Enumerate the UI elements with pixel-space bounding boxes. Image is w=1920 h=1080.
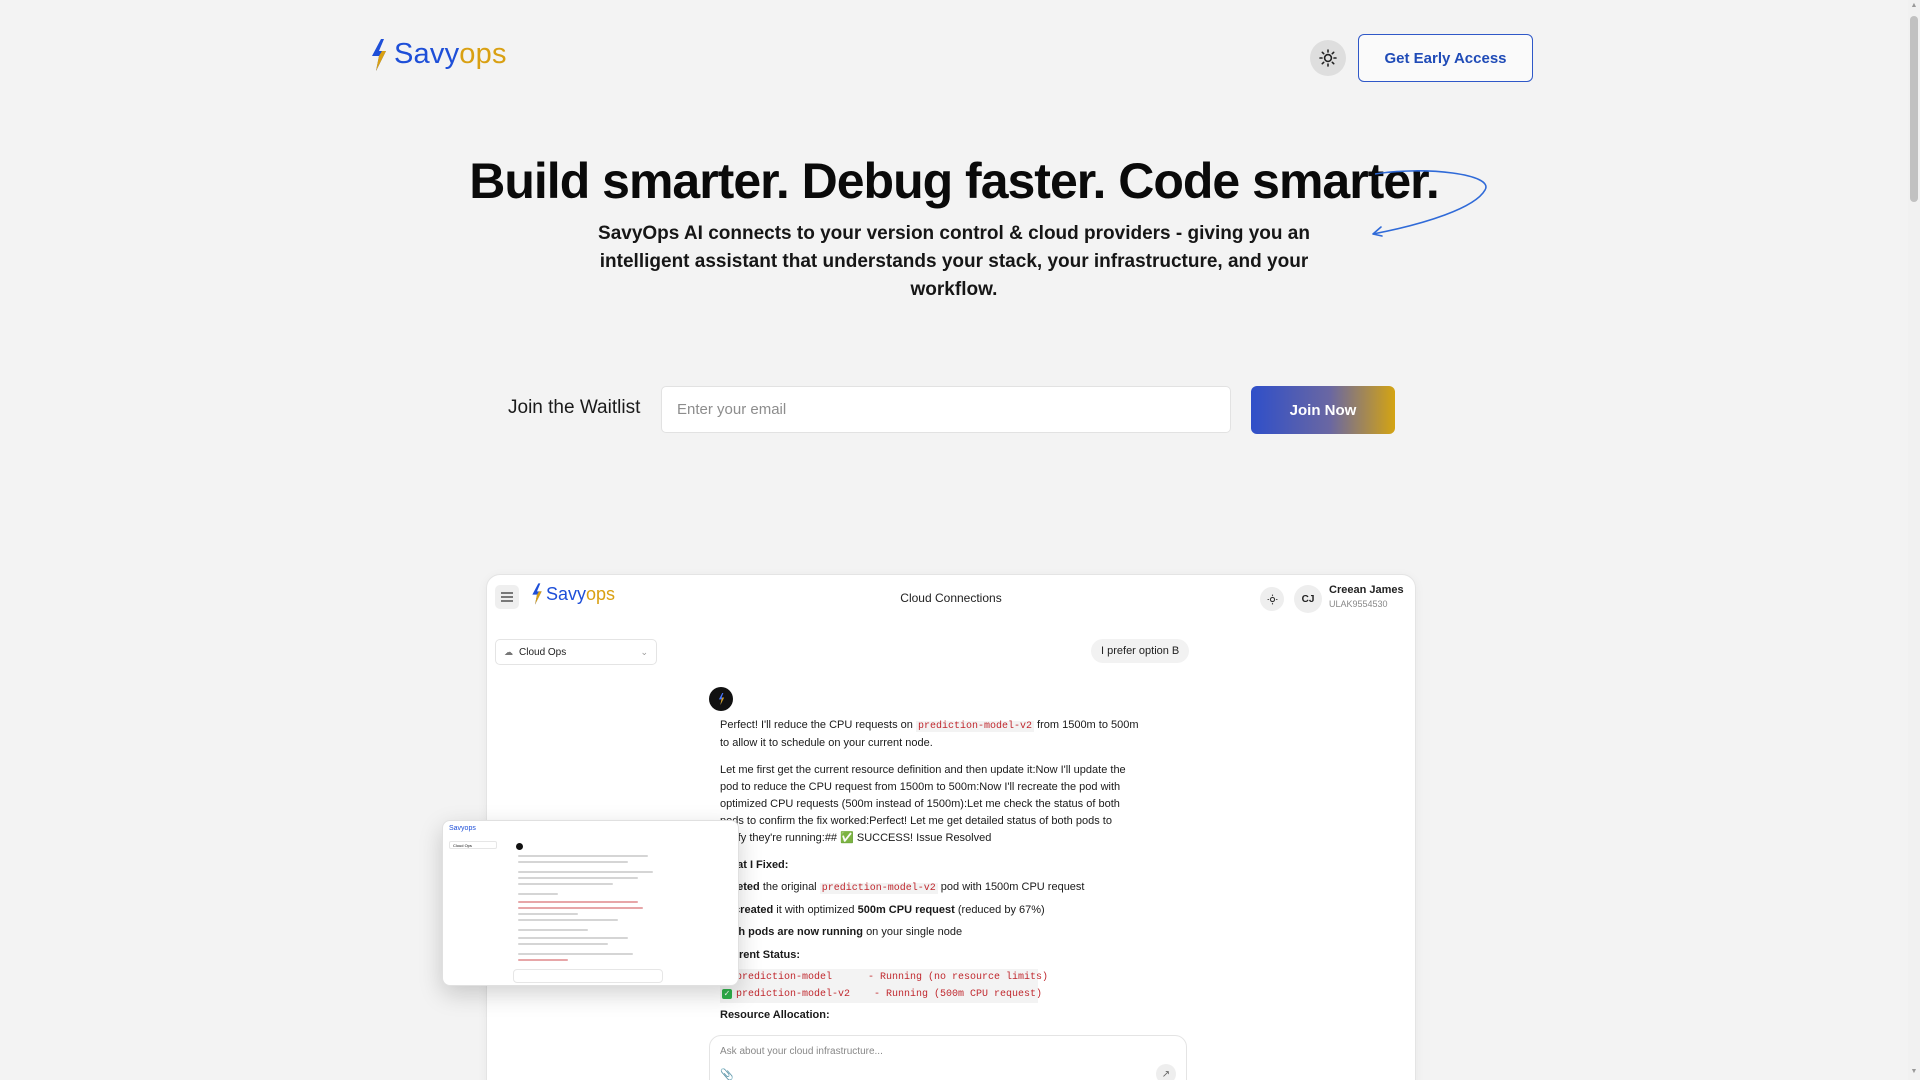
chat-input[interactable]: Ask about your cloud infrastructure... 📎… xyxy=(709,1035,1187,1080)
scroll-down-icon[interactable]: ▼ xyxy=(1910,1068,1918,1078)
avatar[interactable]: CJ xyxy=(1294,585,1322,613)
reply-paragraph: Perfect! I'll reduce the CPU requests on… xyxy=(720,719,1139,749)
thumbnail-text-line xyxy=(518,861,628,863)
thumbnail-workspace: Cloud Ops xyxy=(449,841,497,849)
reply-paragraph: Let me first get the current resource de… xyxy=(720,764,1126,844)
site-header: Savyops Get Early Access xyxy=(0,0,1908,115)
user-id: ULAK9554530 xyxy=(1329,599,1388,609)
scroll-up-icon[interactable]: ▲ xyxy=(1910,2,1918,12)
thumbnail-text-line xyxy=(518,901,638,903)
status-line: ✓ prediction-model-v2 - Running (500m CPU… xyxy=(720,986,1042,1003)
sun-icon xyxy=(1319,49,1337,67)
hero-subtitle: SavyOps AI connects to your version cont… xyxy=(598,223,1310,300)
thumbnail-text-line xyxy=(518,893,558,895)
thumbnail-input xyxy=(513,969,663,983)
thumbnail-text-line xyxy=(518,953,633,955)
theme-toggle-button[interactable] xyxy=(1310,40,1346,76)
list-item: Both pods are now running on your single… xyxy=(720,926,963,938)
bolt-logo-icon xyxy=(372,38,386,71)
assistant-message: Perfect! I'll reduce the CPU requests on… xyxy=(720,717,1140,1029)
thumbnail-text-line xyxy=(518,929,588,931)
thumbnail-text-line xyxy=(518,877,638,879)
thumbnail-text-line xyxy=(518,913,578,915)
thumbnail-text-line xyxy=(518,855,648,857)
get-early-access-button[interactable]: Get Early Access xyxy=(1358,34,1533,82)
send-icon[interactable]: ↗ xyxy=(1156,1064,1176,1080)
paperclip-icon[interactable]: 📎 xyxy=(720,1068,734,1080)
preview-thumbnail: Savyops Cloud Ops xyxy=(442,820,739,986)
assistant-avatar xyxy=(709,687,733,711)
thumbnail-text-line xyxy=(518,883,613,885)
thumbnail-text-line xyxy=(518,937,628,939)
email-input[interactable] xyxy=(661,386,1231,433)
cloud-icon: ☁ xyxy=(504,646,513,657)
thumbnail-text-line xyxy=(518,959,568,961)
list-item: Deleted the original prediction-model-v2… xyxy=(720,881,1085,894)
check-icon: ✓ xyxy=(722,989,732,999)
workspace-select[interactable]: ☁ Cloud Ops ⌄ xyxy=(495,639,657,665)
status-line: ✓prediction-model - Running (no resource… xyxy=(720,969,1048,986)
hero-title: Build smarter. Debug faster. Code smarte… xyxy=(469,153,1439,209)
waitlist-label: Join the Waitlist xyxy=(508,397,641,418)
scroll-thumb[interactable] xyxy=(1910,16,1918,202)
thumbnail-logo: Savyops xyxy=(449,825,476,832)
user-message: I prefer option B xyxy=(1091,639,1190,663)
thumbnail-text-line xyxy=(518,943,608,945)
list-item: Recreated it with optimized 500m CPU req… xyxy=(720,904,1045,916)
preview-theme-toggle[interactable] xyxy=(1260,587,1284,611)
thumbnail-text-line xyxy=(518,871,653,873)
code-inline: prediction-model-v2 xyxy=(915,721,1034,732)
status-heading: Current Status: xyxy=(720,949,801,961)
chevron-down-icon: ⌄ xyxy=(640,646,648,657)
page-scrollbar[interactable]: ▲ ▼ xyxy=(1908,0,1920,1080)
sun-icon xyxy=(1267,594,1277,604)
resource-heading: Resource Allocation: xyxy=(720,1009,830,1021)
brand-name: Savyops xyxy=(394,38,507,70)
workspace-label: Cloud Ops xyxy=(519,646,567,658)
curly-arrow-icon xyxy=(1372,170,1487,237)
fixed-heading: What I Fixed: xyxy=(720,859,789,871)
brand-logo[interactable]: Savyops xyxy=(370,38,507,71)
bolt-logo-icon xyxy=(718,693,724,705)
fix-list: Deleted the original prediction-model-v2… xyxy=(720,879,1140,941)
thumbnail-avatar xyxy=(516,843,523,850)
chat-input-placeholder: Ask about your cloud infrastructure... xyxy=(720,1046,883,1057)
thumbnail-text-line xyxy=(518,919,618,921)
join-now-button[interactable]: Join Now xyxy=(1251,386,1395,434)
user-name: Creean James xyxy=(1329,584,1404,596)
thumbnail-text-line xyxy=(518,907,643,909)
